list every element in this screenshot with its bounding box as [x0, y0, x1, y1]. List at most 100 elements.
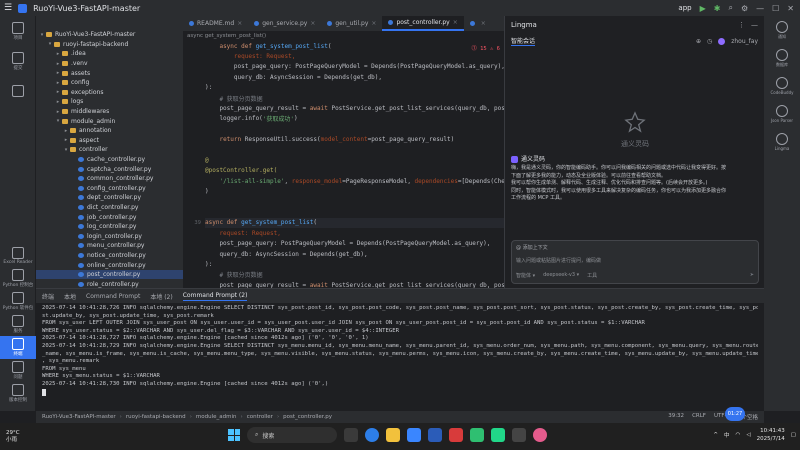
history-icon[interactable]: ◷: [707, 38, 712, 45]
left-tool-excel[interactable]: Excel Reader: [0, 244, 36, 267]
browser-icon[interactable]: [365, 428, 379, 442]
left-tool-terminal[interactable]: 终端: [0, 336, 36, 359]
clock[interactable]: 10:41:43 2025/7/14: [757, 427, 785, 443]
tree-item[interactable]: ▸ middlewares: [36, 107, 183, 117]
close-icon[interactable]: ✕: [787, 4, 794, 13]
right-tool-json[interactable]: Json Parser: [764, 100, 800, 128]
word-icon[interactable]: [428, 428, 442, 442]
file-explorer-icon[interactable]: [386, 428, 400, 442]
chat-input[interactable]: 输入问题或粘贴图片进行提问，编码做: [516, 257, 754, 264]
tools-toggle[interactable]: 工具: [587, 272, 597, 279]
project-name[interactable]: RuoYi-Vue3-FastAPI-master: [33, 4, 140, 13]
tree-item[interactable]: online_controller.py: [36, 260, 183, 270]
wifi-icon[interactable]: ◠: [736, 432, 741, 438]
close-tab-icon[interactable]: ×: [481, 20, 486, 27]
tree-item[interactable]: captcha_controller.py: [36, 164, 183, 174]
tree-item[interactable]: ▸ logs: [36, 97, 183, 107]
tree-item[interactable]: login_controller.py: [36, 231, 183, 241]
terminal-app-icon[interactable]: [512, 428, 526, 442]
terminal-tab[interactable]: Command Prompt (2): [182, 292, 248, 301]
right-tool-codebuddy[interactable]: CodeBuddy: [764, 72, 800, 100]
tree-item[interactable]: dept_controller.py: [36, 193, 183, 203]
left-tool-folder[interactable]: 项目: [0, 16, 36, 46]
minimize-icon[interactable]: —: [756, 4, 764, 13]
tree-item[interactable]: common_controller.py: [36, 174, 183, 184]
close-tab-icon[interactable]: ×: [453, 19, 458, 26]
left-tool-services[interactable]: 服务: [0, 313, 36, 336]
editor-tab[interactable]: README.md ×: [183, 16, 248, 31]
notification-icon[interactable]: ▢: [791, 432, 796, 438]
floating-bubble[interactable]: 01:27: [725, 407, 745, 421]
terminal-tab[interactable]: Command Prompt: [86, 293, 140, 300]
search-icon[interactable]: ⌕: [728, 3, 732, 13]
status-crumb[interactable]: ruoyi-fastapi-backend: [126, 414, 186, 420]
tree-item[interactable]: log_controller.py: [36, 222, 183, 232]
volume-icon[interactable]: ◁: [746, 432, 750, 438]
main-menu-icon[interactable]: ☰: [4, 3, 12, 13]
close-tab-icon[interactable]: ×: [237, 20, 242, 27]
settings-icon[interactable]: ⚙: [741, 4, 748, 13]
tree-item[interactable]: dict_controller.py: [36, 203, 183, 213]
tree-item[interactable]: cache_controller.py: [36, 155, 183, 165]
tree-item[interactable]: ▾ RuoYi-Vue3-FastAPI-master: [36, 30, 183, 40]
code-area[interactable]: async def get_system_post_list( request:…: [205, 41, 504, 288]
app-icon[interactable]: [533, 428, 547, 442]
tree-item[interactable]: ▾ module_admin: [36, 116, 183, 126]
minimize-panel-icon[interactable]: —: [751, 21, 758, 29]
editor-breadcrumb[interactable]: async get_system_post_list(): [183, 31, 504, 41]
status-crumb[interactable]: controller: [247, 414, 273, 420]
terminal-prompt[interactable]: [42, 388, 758, 400]
left-tool-more[interactable]: [0, 76, 36, 106]
ime-indicator[interactable]: 中: [724, 431, 730, 439]
tree-item[interactable]: menu_controller.py: [36, 241, 183, 251]
right-tool-bell[interactable]: 通知: [764, 16, 800, 44]
user-avatar-icon[interactable]: [718, 37, 726, 45]
tree-item[interactable]: job_controller.py: [36, 212, 183, 222]
status-crumb[interactable]: RuoYi-Vue3-FastAPI-master: [42, 414, 116, 420]
store-icon[interactable]: [407, 428, 421, 442]
editor-tab[interactable]: post_controller.py ×: [382, 16, 464, 31]
terminal-tab[interactable]: 本地 (2): [150, 292, 172, 301]
tree-item[interactable]: ▸ config: [36, 78, 183, 88]
tree-item[interactable]: config_controller.py: [36, 184, 183, 194]
tree-item[interactable]: ▸ annotation: [36, 126, 183, 136]
right-tool-database[interactable]: 数据库: [764, 44, 800, 72]
debug-icon[interactable]: ✱: [714, 4, 721, 13]
tree-item[interactable]: notice_controller.py: [36, 251, 183, 261]
tree-item[interactable]: post_controller.py: [36, 269, 183, 280]
editor-tab[interactable]: ×: [464, 16, 492, 31]
right-tool-lingma[interactable]: Lingma: [764, 128, 800, 156]
editor-tab[interactable]: gen_util.py ×: [321, 16, 382, 31]
maximize-icon[interactable]: ☐: [772, 4, 779, 13]
wps-icon[interactable]: [449, 428, 463, 442]
chat-input-box[interactable]: @ 添加上下文 输入问题或粘贴图片进行提问，编码做 智能体 ▾ deepseek…: [511, 240, 759, 284]
close-tab-icon[interactable]: ×: [371, 20, 376, 27]
tree-item[interactable]: ▸ .idea: [36, 49, 183, 59]
weather-widget[interactable]: 29°C 小雨: [0, 430, 60, 444]
task-view-icon[interactable]: [344, 428, 358, 442]
status-crumb[interactable]: post_controller.py: [283, 414, 332, 420]
tree-item[interactable]: ▸ .venv: [36, 59, 183, 69]
left-tool-python-packages[interactable]: Python 软件包: [0, 290, 36, 313]
terminal-output[interactable]: 2025-07-14 10:41:28,726 INFO sqlalchemy.…: [36, 303, 764, 401]
tree-item[interactable]: ▾ controller: [36, 145, 183, 155]
tree-item[interactable]: ▸ exceptions: [36, 88, 183, 98]
status-item[interactable]: 39:32: [668, 413, 684, 421]
terminal-tab[interactable]: 终端: [42, 292, 54, 301]
status-crumb[interactable]: module_admin: [196, 414, 237, 420]
tree-item[interactable]: ▸ assets: [36, 68, 183, 78]
left-tool-commit[interactable]: 提交: [0, 46, 36, 76]
more-icon[interactable]: ⋮: [738, 21, 745, 29]
taskbar-search[interactable]: ⌕ 搜索: [247, 427, 337, 443]
send-icon[interactable]: ➤: [750, 272, 754, 279]
pycharm-icon[interactable]: [491, 428, 505, 442]
chat-app-icon[interactable]: [470, 428, 484, 442]
tree-item[interactable]: ▸ aspect: [36, 136, 183, 146]
left-tool-python-console[interactable]: Python 控制台: [0, 267, 36, 290]
new-chat-icon[interactable]: ⊕: [696, 38, 701, 45]
run-config[interactable]: app: [678, 4, 691, 12]
left-tool-git[interactable]: 版本控制: [0, 382, 36, 405]
terminal-tab[interactable]: 本地: [64, 292, 76, 301]
close-tab-icon[interactable]: ×: [310, 20, 315, 27]
user-name[interactable]: zhou_fay: [731, 38, 758, 45]
